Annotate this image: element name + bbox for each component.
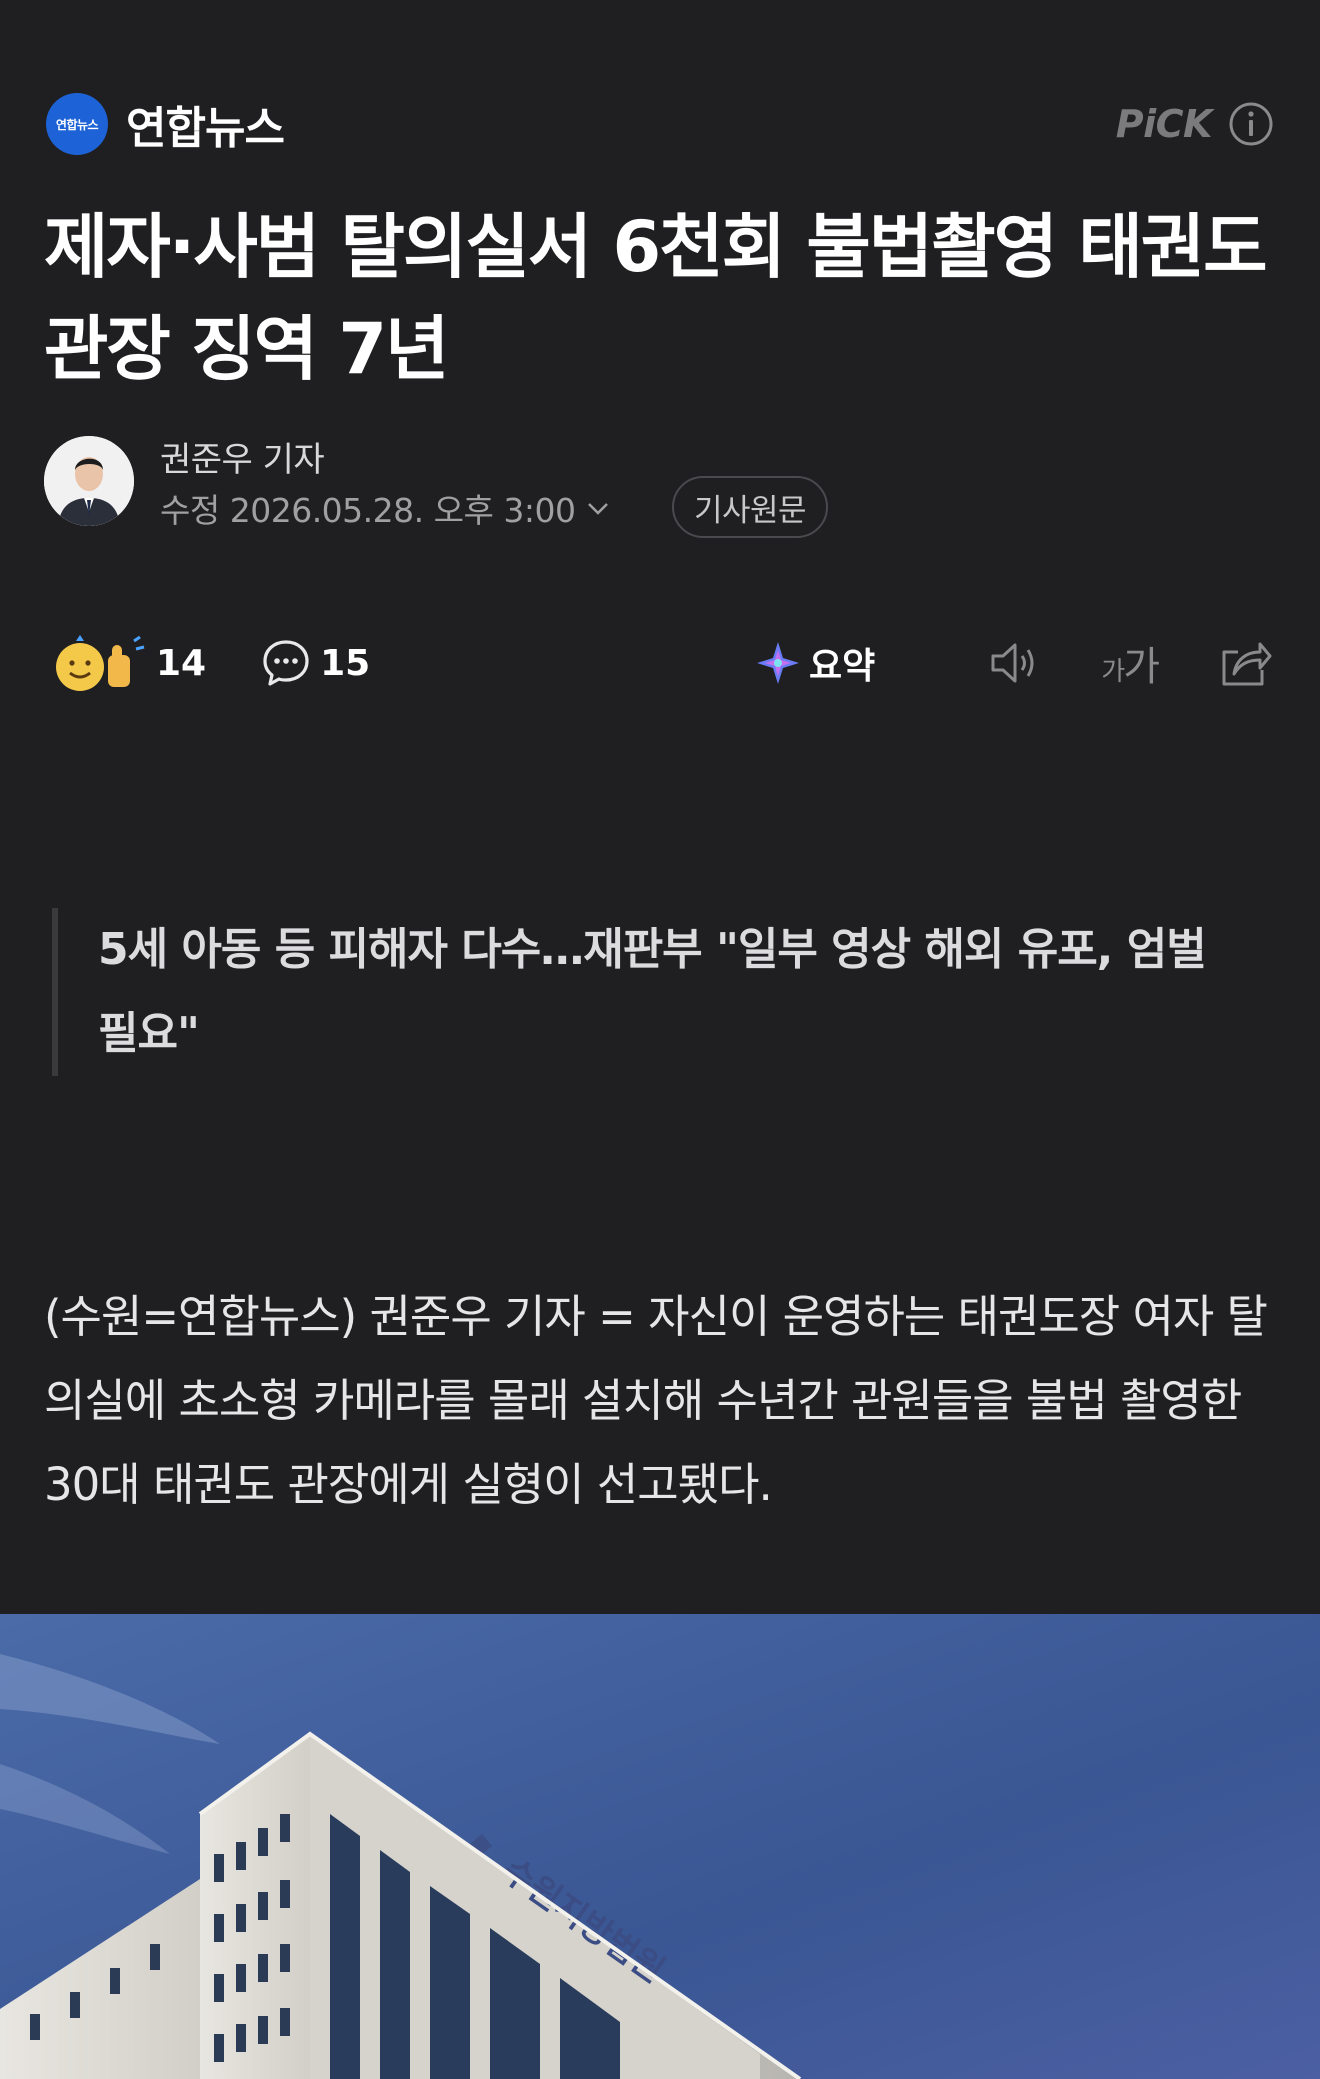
press-header: 연합뉴스 연합뉴스 PiCK (46, 92, 1274, 156)
reporter-name[interactable]: 권준우 기자 (160, 432, 325, 481)
reporter-avatar[interactable] (44, 436, 134, 526)
reaction-emoji-icon[interactable] (52, 631, 148, 695)
article-date[interactable]: 수정 2026.05.28. 오후 3:00 (160, 484, 611, 532)
article-photo[interactable]: 수원지방법원 (0, 1614, 1320, 2079)
share-icon[interactable] (1216, 634, 1274, 692)
pick-label: PiCK (1115, 102, 1213, 146)
original-article-button[interactable]: 기사원문 (672, 476, 829, 538)
action-toolbar: 14 15 요약 가가 (52, 626, 1274, 700)
chevron-down-icon[interactable] (585, 495, 611, 521)
byline: 권준우 기자 수정 2026.05.28. 오후 3:00 기사원문 (44, 432, 1044, 538)
summary-button[interactable]: 요약 (755, 637, 875, 689)
pick-area: PiCK (1116, 101, 1274, 147)
summary-icon (757, 642, 800, 684)
font-size-small: 가 (1101, 657, 1125, 687)
font-size-large: 가 (1123, 644, 1160, 690)
info-icon[interactable] (1228, 101, 1274, 147)
court-building-image: 수원지방법원 (0, 1614, 1320, 2079)
press-logo[interactable]: 연합뉴스 (46, 93, 108, 155)
article-tools: 요약 가가 (755, 634, 1274, 692)
article-subheadline: 5세 아동 등 피해자 다수…재판부 "일부 영상 해외 유포, 엄벌 필요" (52, 908, 1232, 1076)
reaction-count: 14 (156, 642, 207, 684)
press-name[interactable]: 연합뉴스 (126, 92, 285, 156)
speaker-icon[interactable] (985, 634, 1043, 692)
comment-button[interactable]: 15 (260, 637, 370, 689)
comment-count: 15 (320, 642, 371, 684)
article-headline: 제자·사범 탈의실서 6천회 불법촬영 태권도 관장 징역 7년 (44, 206, 1268, 390)
summary-label: 요약 (809, 646, 876, 687)
date-text: 수정 2026.05.28. 오후 3:00 (160, 491, 576, 530)
comment-icon (263, 640, 309, 686)
article-body: (수원=연합뉴스) 권준우 기자 = 자신이 운영하는 태권도장 여자 탈의실에… (44, 1290, 1268, 1511)
font-size-button[interactable]: 가가 (1101, 634, 1160, 692)
